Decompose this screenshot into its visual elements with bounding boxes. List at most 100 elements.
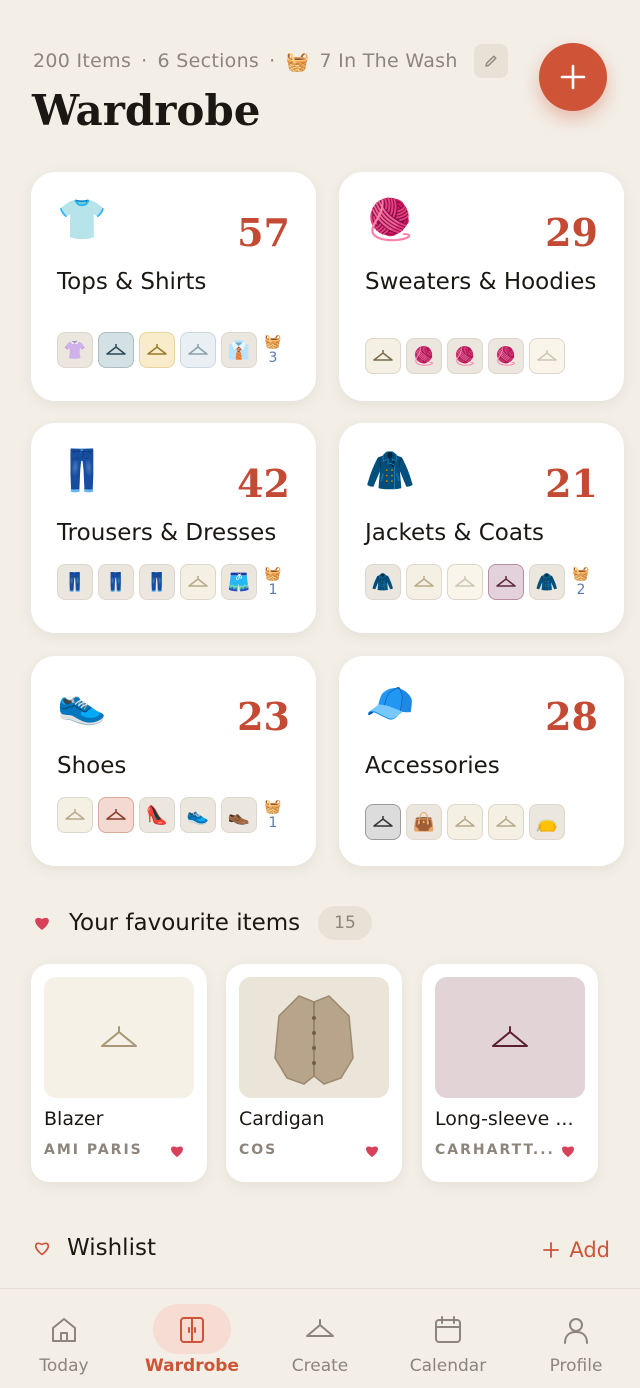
plus-icon (560, 64, 586, 90)
item-brand: CARHARTT... (435, 1142, 555, 1158)
hanger-thumbnail[interactable] (447, 564, 483, 600)
add-wishlist-button[interactable]: Add (543, 1238, 610, 1262)
plus-icon (543, 1242, 560, 1258)
wardrobe-stats: 200 Items · 6 Sections · 🧺 7 In The Wash (33, 44, 508, 78)
bag-thumbnail[interactable]: 👜 (406, 804, 442, 840)
favourite-item-card[interactable]: Cardigan COS (226, 964, 402, 1182)
hanger-thumbnail[interactable] (139, 332, 175, 368)
item-thumbnails: 🧥 🧥 🧺 2 (365, 564, 591, 600)
heart-icon[interactable] (560, 1144, 576, 1158)
pencil-icon (484, 55, 497, 67)
laundry-basket-icon: 🧺 (264, 799, 282, 815)
favourites-count-badge: 15 (318, 906, 372, 940)
item-thumbnails: 👚 👔 🧺 3 (57, 332, 283, 368)
sneaker-thumbnail[interactable]: 👟 (180, 797, 216, 833)
trousers-thumbnail[interactable]: 👖 (139, 564, 175, 600)
sweater-thumbnail[interactable]: 🧶 (447, 338, 483, 374)
separator: · (269, 50, 276, 72)
edit-button[interactable] (473, 44, 508, 78)
nav-item-wardrobe[interactable]: Wardrobe (128, 1289, 256, 1388)
nav-label: Create (291, 1356, 349, 1376)
separator: · (141, 50, 148, 72)
add-item-button[interactable] (539, 43, 607, 111)
sweater-thumbnail[interactable]: 🧶 (406, 338, 442, 374)
category-card-tops[interactable]: 👕 57 Tops & Shirts 👚 👔 🧺 3 (31, 172, 316, 401)
shirt-thumbnail[interactable]: 👔 (221, 332, 257, 368)
nav-label: Calendar (409, 1356, 487, 1376)
hanger-thumbnail[interactable] (529, 338, 565, 374)
in-wash-indicator: 🧺 3 (263, 334, 283, 366)
nav-item-calendar[interactable]: Calendar (384, 1289, 512, 1388)
category-card-jackets[interactable]: 🧥 21 Jackets & Coats 🧥 🧥 🧺 2 (339, 423, 624, 633)
in-wash-indicator: 🧺 2 (571, 566, 591, 598)
coat-icon: 🧥 (365, 448, 415, 494)
category-name: Accessories (365, 753, 500, 779)
nav-item-create[interactable]: Create (256, 1289, 384, 1388)
sweater-thumbnail[interactable]: 🧶 (488, 338, 524, 374)
category-card-accessories[interactable]: 🧢 28 Accessories 👜 👝 (339, 656, 624, 866)
add-label: Add (569, 1238, 610, 1262)
item-image (239, 977, 389, 1098)
hanger-thumbnail[interactable] (365, 338, 401, 374)
favourite-item-card[interactable]: Long-sleeve ... CARHARTT... (422, 964, 598, 1182)
item-brand: COS (239, 1142, 278, 1158)
laundry-basket-icon: 🧺 (264, 334, 282, 350)
tshirt-icon: 👕 (57, 197, 107, 243)
nav-item-today[interactable]: Today (0, 1289, 128, 1388)
person-icon (561, 1314, 591, 1346)
category-name: Sweaters & Hoodies (365, 269, 597, 295)
hanger-thumbnail[interactable] (98, 797, 134, 833)
item-thumbnails: 🧶 🧶 🧶 (365, 338, 565, 374)
heart-icon[interactable] (364, 1144, 380, 1158)
calendar-icon (433, 1314, 463, 1346)
shirt-thumbnail[interactable]: 👚 (57, 332, 93, 368)
nav-label: Profile (549, 1356, 603, 1376)
item-brand: AMI PARIS (44, 1142, 143, 1158)
wardrobe-icon (177, 1314, 207, 1346)
page-title: Wardrobe (32, 86, 261, 135)
in-wash-indicator: 🧺 1 (263, 566, 283, 598)
jeans-icon: 👖 (57, 448, 107, 494)
heels-thumbnail[interactable]: 👠 (139, 797, 175, 833)
hanger-thumbnail[interactable] (180, 564, 216, 600)
laundry-basket-icon: 🧺 (572, 566, 590, 582)
items-count: 200 Items (33, 50, 132, 72)
cap-icon: 🧢 (365, 681, 415, 727)
jacket-thumbnail[interactable]: 🧥 (529, 564, 565, 600)
heart-icon[interactable] (169, 1144, 185, 1158)
item-name: Long-sleeve ... (435, 1108, 574, 1130)
trousers-thumbnail[interactable]: 👖 (57, 564, 93, 600)
hanger-thumbnail[interactable] (488, 564, 524, 600)
yarn-icon: 🧶 (365, 197, 415, 243)
shorts-thumbnail[interactable]: 🩳 (221, 564, 257, 600)
category-card-sweaters[interactable]: 🧶 29 Sweaters & Hoodies 🧶 🧶 🧶 (339, 172, 624, 401)
hanger-thumbnail[interactable] (447, 804, 483, 840)
heart-outline-icon (35, 1242, 49, 1256)
hanger-thumbnail[interactable] (365, 804, 401, 840)
item-thumbnails: 👠 👟 👞 🧺 1 (57, 797, 283, 833)
nav-item-profile[interactable]: Profile (512, 1289, 640, 1388)
jacket-thumbnail[interactable]: 🧥 (365, 564, 401, 600)
nav-label: Today (39, 1356, 89, 1376)
hanger-thumbnail[interactable] (406, 564, 442, 600)
category-name: Trousers & Dresses (57, 520, 277, 546)
wash-count: 2 (576, 582, 586, 598)
handbag-thumbnail[interactable]: 👝 (529, 804, 565, 840)
favourite-item-card[interactable]: Blazer AMI PARIS (31, 964, 207, 1182)
item-thumbnails: 👖 👖 👖 🩳 🧺 1 (57, 564, 283, 600)
wash-count: 1 (268, 582, 278, 598)
wash-count: 3 (268, 350, 278, 366)
laundry-basket-icon: 🧺 (285, 50, 310, 73)
heart-icon (35, 917, 49, 930)
category-card-shoes[interactable]: 👟 23 Shoes 👠 👟 👞 🧺 1 (31, 656, 316, 866)
shoe-thumbnail[interactable]: 👞 (221, 797, 257, 833)
category-card-trousers[interactable]: 👖 42 Trousers & Dresses 👖 👖 👖 🩳 🧺 1 (31, 423, 316, 633)
trousers-thumbnail[interactable]: 👖 (98, 564, 134, 600)
home-icon (49, 1314, 79, 1346)
category-count: 42 (237, 461, 290, 506)
hanger-thumbnail[interactable] (98, 332, 134, 368)
laundry-basket-icon: 🧺 (264, 566, 282, 582)
hanger-thumbnail[interactable] (488, 804, 524, 840)
hanger-thumbnail[interactable] (180, 332, 216, 368)
hanger-thumbnail[interactable] (57, 797, 93, 833)
